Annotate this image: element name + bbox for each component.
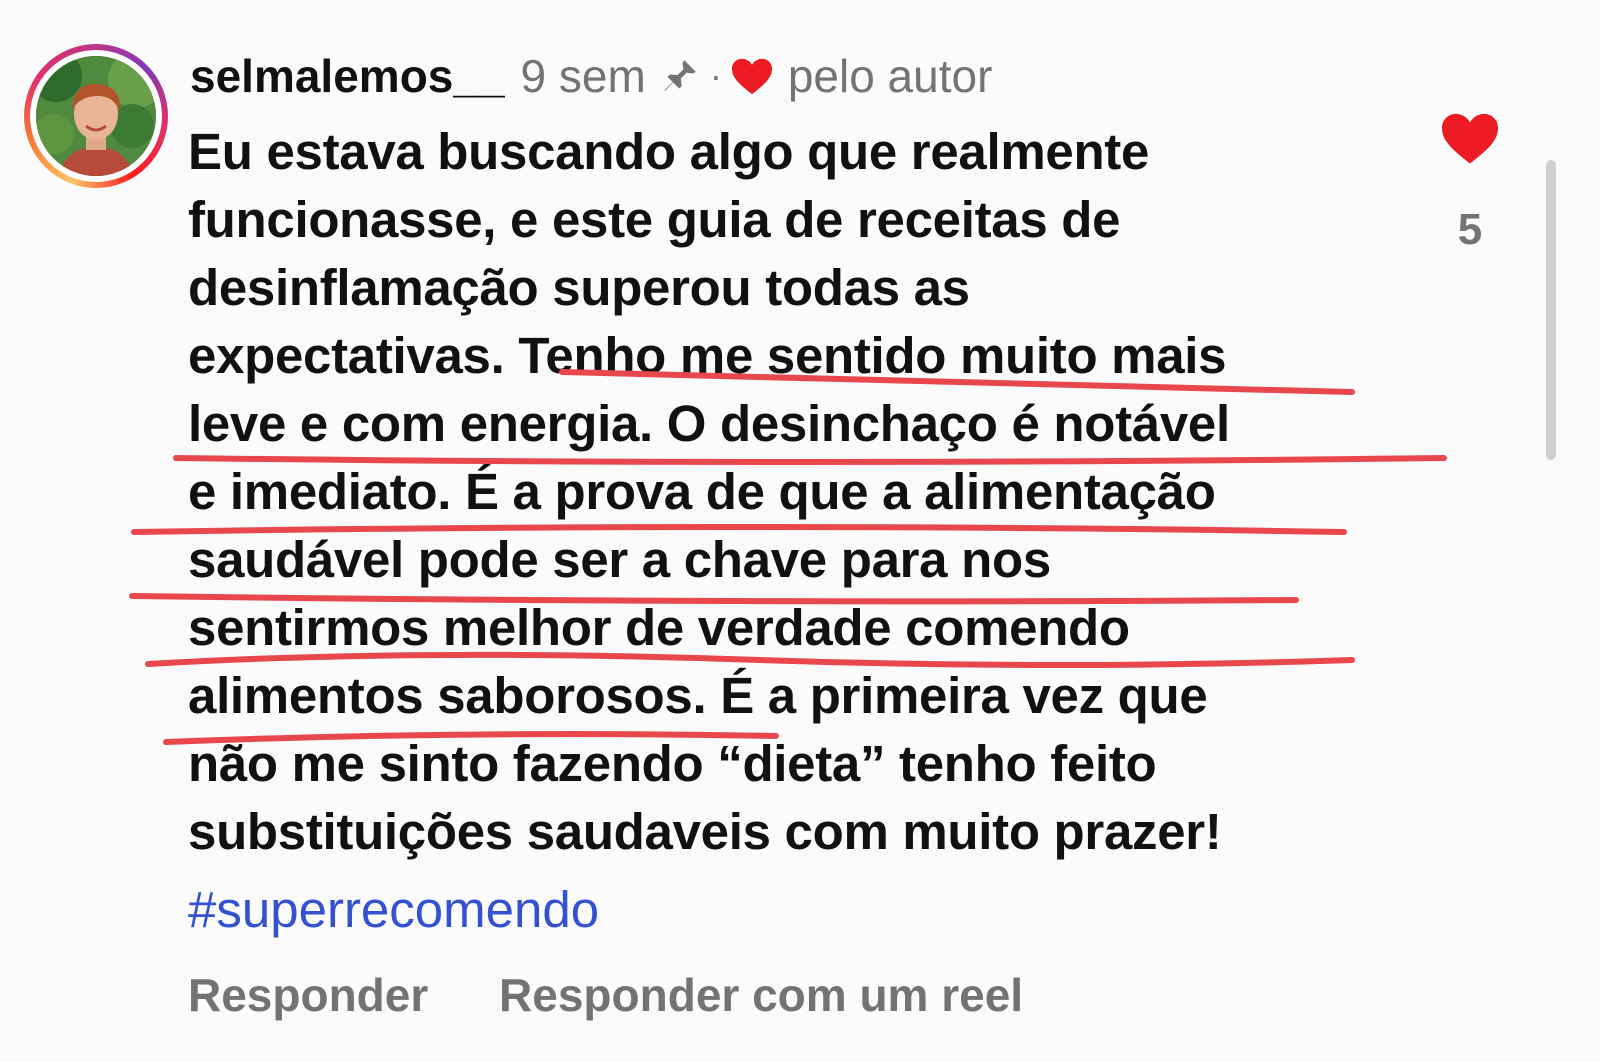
separator-dot: · <box>709 55 722 96</box>
comment-text-line: sentirmos melhor de verdade comendo <box>188 599 1130 656</box>
like-column: 5 <box>1430 110 1510 255</box>
comment-text-line: expectativas. Tenho me sentido muito mai… <box>188 327 1227 384</box>
comment-text-line: substituições saudaveis com muito prazer… <box>188 803 1222 860</box>
hashtag-link[interactable]: #superrecomendo <box>188 876 599 944</box>
heart-icon <box>730 56 774 96</box>
avatar-image <box>36 56 156 176</box>
avatar-border <box>30 50 162 182</box>
like-button[interactable] <box>1439 110 1501 171</box>
comment-text: Eu estava buscando algo que realmente fu… <box>188 118 1438 866</box>
comment-actions: Responder Responder com um reel <box>188 968 1081 1022</box>
comment-text-line: leve e com energia. O desinchaço é notáv… <box>188 395 1230 452</box>
like-count: 5 <box>1457 205 1483 254</box>
username[interactable]: selmalemos__ <box>190 49 505 103</box>
comment-text-line: e imediato. É a prova de que a alimentaç… <box>188 463 1216 520</box>
comment-header: selmalemos__ 9 sem · pelo autor <box>190 46 992 106</box>
liked-by-author-label: pelo autor <box>787 50 993 102</box>
comment-text-line: não me sinto fazendo “dieta” tenho feito <box>188 735 1157 792</box>
story-ring[interactable] <box>24 44 168 188</box>
scrollbar[interactable] <box>1546 160 1556 460</box>
comment-text-line: desinflamação superou todas as <box>188 259 970 316</box>
avatar[interactable] <box>36 56 156 176</box>
pin-icon <box>660 56 700 96</box>
reply-with-reel-button[interactable]: Responder com um reel <box>499 969 1023 1021</box>
comment-text-line: saudável pode ser a chave para nos <box>188 531 1051 588</box>
heart-icon <box>1442 113 1498 164</box>
comment: selmalemos__ 9 sem · pelo autor Eu estav… <box>0 0 1600 1062</box>
reply-button[interactable]: Responder <box>188 969 428 1021</box>
comment-text-line: alimentos saborosos. É a primeira vez qu… <box>188 667 1208 724</box>
comment-text-line: funcionasse, e este guia de receitas de <box>188 191 1121 248</box>
comment-text-line: Eu estava buscando algo que realmente <box>188 123 1150 180</box>
timestamp: 9 sem <box>520 50 646 102</box>
